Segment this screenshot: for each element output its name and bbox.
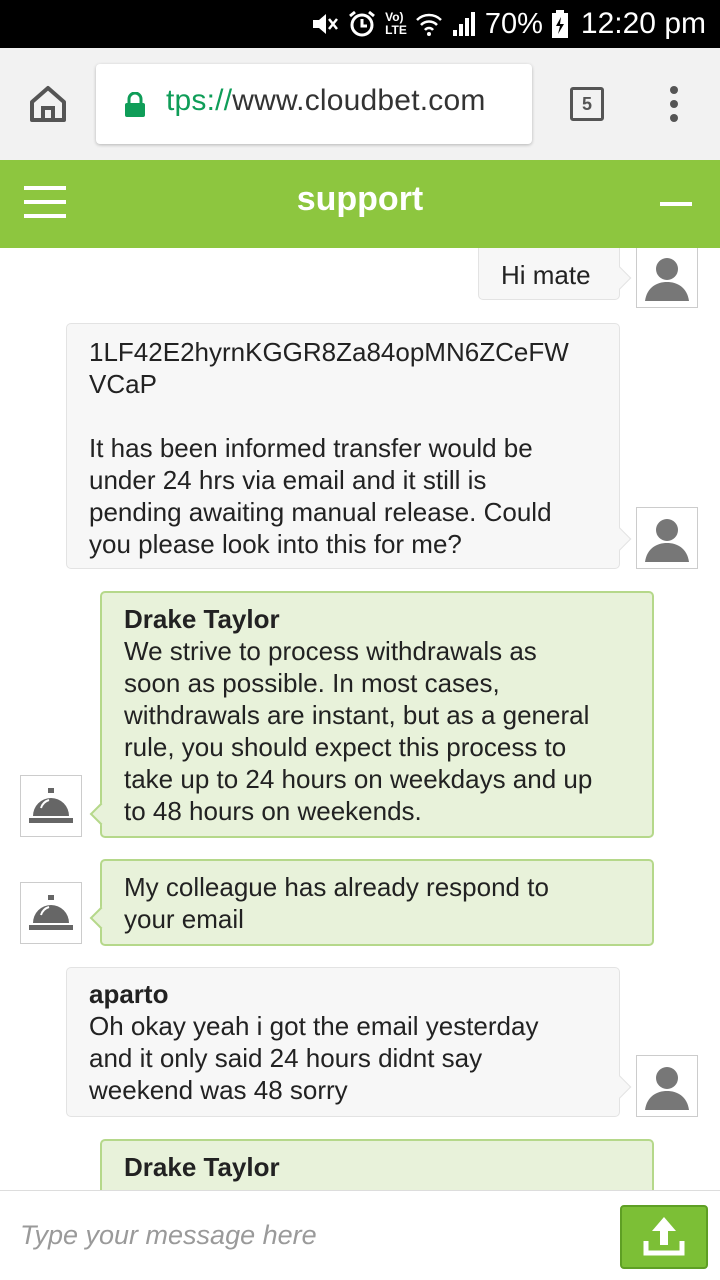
url-host: www.cloudbet.com <box>232 84 486 117</box>
message-sender: aparto <box>89 979 169 1009</box>
chat-message-agent: My colleague has already respond to your… <box>100 859 654 946</box>
battery-percentage: 70% <box>484 7 543 40</box>
user-avatar-icon <box>636 507 698 569</box>
support-title: support <box>296 180 424 218</box>
alarm-icon <box>347 9 377 39</box>
message-input[interactable] <box>20 1213 600 1257</box>
home-icon <box>30 86 66 122</box>
mute-icon <box>309 9 339 39</box>
message-text: My colleague has already respond to your… <box>124 872 549 934</box>
user-avatar-icon <box>636 248 698 308</box>
url-bar[interactable]: tps://www.cloudbet.com <box>96 64 532 144</box>
more-vert-icon <box>670 86 678 122</box>
browser-menu-button[interactable] <box>664 84 684 124</box>
support-header: support <box>0 160 720 248</box>
home-button[interactable] <box>24 80 72 128</box>
chat-message-agent: Drake Taylor <box>100 1139 654 1190</box>
status-icons: Vo) LTE 70% 12:20 pm <box>309 6 706 42</box>
minimize-icon[interactable] <box>660 202 692 206</box>
service-bell-icon <box>20 882 82 944</box>
service-bell-icon <box>20 775 82 837</box>
chat-message-user: 1LF42E2hyrnKGGR8Za84opMN6ZCeFW VCaP It h… <box>66 323 620 569</box>
url-scheme: tps:// <box>166 84 233 117</box>
battery-icon <box>551 9 569 39</box>
message-sender: Drake Taylor <box>124 604 280 634</box>
tab-switcher-button[interactable]: 5 <box>570 87 604 121</box>
lte-label: LTE <box>385 23 407 37</box>
send-button[interactable] <box>620 1205 708 1269</box>
message-text: We strive to process withdrawals as soon… <box>124 636 593 826</box>
upload-icon <box>643 1217 685 1256</box>
lock-icon <box>124 91 146 118</box>
message-text: Hi mate <box>501 260 591 290</box>
clock: 12:20 pm <box>580 7 706 40</box>
chat-message-user: aparto Oh okay yeah i got the email yest… <box>66 967 620 1117</box>
message-text: Oh okay yeah i got the email yesterday a… <box>89 1011 539 1105</box>
url-text[interactable]: tps://www.cloudbet.com <box>166 84 486 118</box>
chat-message-agent: Drake Taylor We strive to process withdr… <box>100 591 654 838</box>
chat-message-user: aparto Hi mate <box>478 248 620 300</box>
message-sender: aparto <box>501 248 580 249</box>
browser-toolbar: tps://www.cloudbet.com 5 <box>0 48 720 160</box>
wifi-icon <box>415 10 443 38</box>
chat-transcript[interactable]: aparto Hi mate 1LF42E2hyrnKGGR8Za84opMN6… <box>0 248 720 1190</box>
message-sender: Drake Taylor <box>124 1152 280 1182</box>
volte-indicator: Vo) LTE <box>385 11 407 37</box>
status-bar: Vo) LTE 70% 12:20 pm <box>0 0 720 48</box>
message-composer <box>0 1190 720 1280</box>
message-text: 1LF42E2hyrnKGGR8Za84opMN6ZCeFW VCaP It h… <box>89 337 569 559</box>
user-avatar-icon <box>636 1055 698 1117</box>
signal-icon <box>451 10 477 38</box>
